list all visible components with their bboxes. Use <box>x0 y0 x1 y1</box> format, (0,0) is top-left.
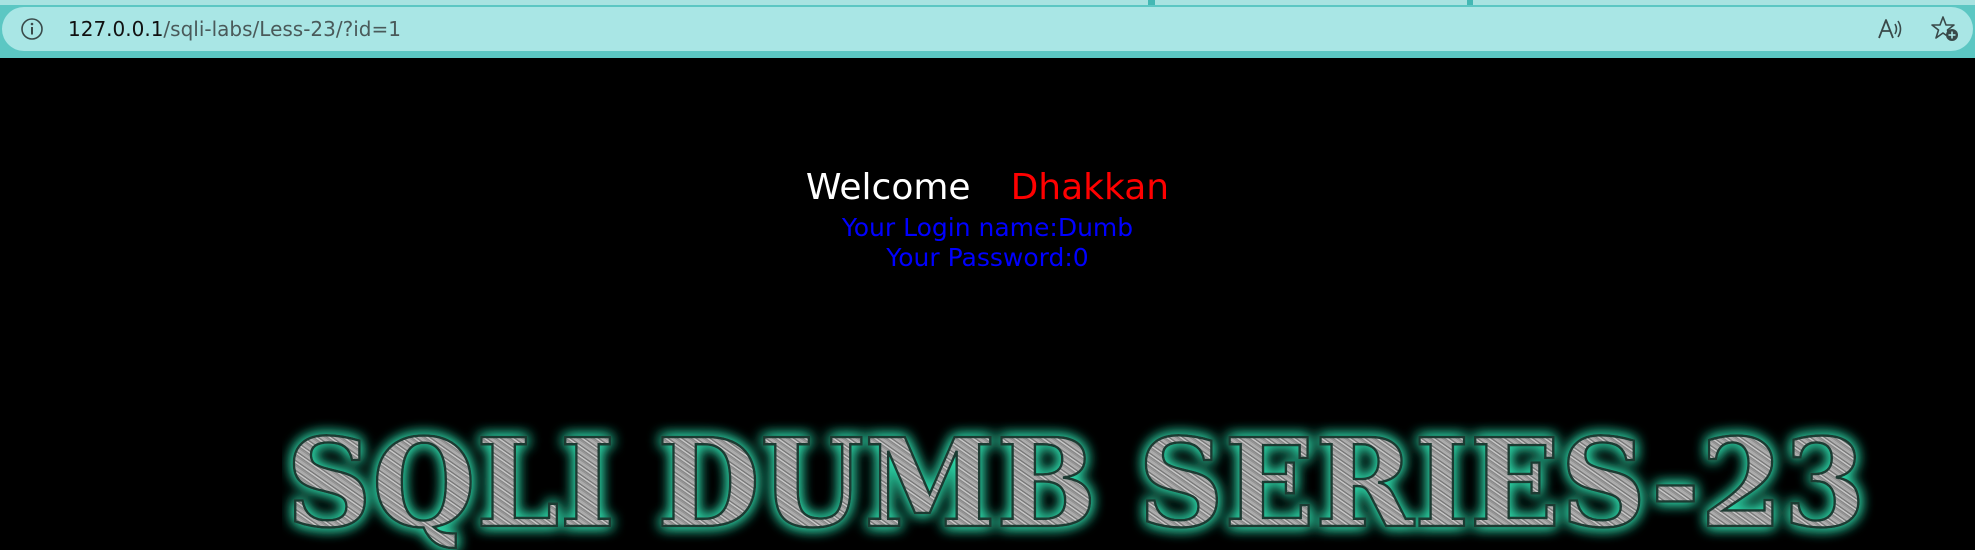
login-name-text: Your Login name:Dumb <box>841 213 1134 242</box>
info-icon[interactable] <box>20 17 44 41</box>
user-name: Dhakkan <box>1010 167 1170 208</box>
tab-strip-segment <box>1155 0 1467 5</box>
tab-strip <box>0 0 1975 5</box>
page-content: Welcome Dhakkan Your Login name:Dumb Your… <box>0 58 1975 550</box>
url-path: /sqli-labs/Less-23/?id=1 <box>163 17 401 41</box>
welcome-label: Welcome <box>805 167 971 208</box>
address-bar[interactable]: 127.0.0.1/sqli-labs/Less-23/?id=1 <box>2 7 1973 51</box>
browser-toolbar: 127.0.0.1/sqli-labs/Less-23/?id=1 <box>0 0 1975 58</box>
add-favorite-icon[interactable] <box>1930 15 1960 43</box>
welcome-message: Welcome Dhakkan <box>0 166 1975 210</box>
password-text: Your Password:0 <box>886 243 1089 272</box>
url-host: 127.0.0.1 <box>68 17 164 41</box>
banner-text: SQLI DUMB SERIES-23 <box>286 411 1866 550</box>
tab-strip-segment <box>1473 0 1975 5</box>
series-banner-image: SQLI DUMB SERIES-23 <box>285 410 1868 550</box>
tab-strip-segment <box>0 0 1148 5</box>
url-text[interactable]: 127.0.0.1/sqli-labs/Less-23/?id=1 <box>68 17 401 41</box>
read-aloud-icon[interactable] <box>1876 16 1904 42</box>
